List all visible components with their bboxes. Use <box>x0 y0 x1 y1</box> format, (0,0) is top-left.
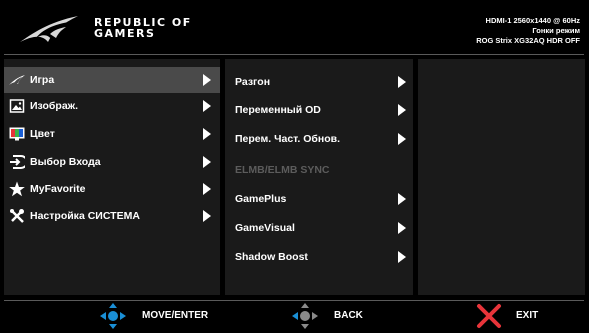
color-icon <box>9 127 25 141</box>
submenu-item-variable-od[interactable]: Переменный OD <box>225 97 413 123</box>
dpad-move-icon <box>100 303 126 329</box>
submenu-item-gamevisual[interactable]: GameVisual <box>225 215 413 241</box>
submenu-item-label: GamePlus <box>235 193 287 205</box>
model-info: ROG Strix XG32AQ HDR OFF <box>476 36 580 45</box>
input-icon <box>10 155 25 169</box>
monitor-osd: REPUBLIC OF GAMERS HDMI-1 2560x1440 @ 60… <box>0 0 589 333</box>
status-info: HDMI-1 2560x1440 @ 60Hz Гонки режим ROG … <box>476 16 580 46</box>
menu-item-label: MyFavorite <box>30 183 86 195</box>
move-enter-button[interactable]: MOVE/ENTER <box>98 301 228 331</box>
menu-item-label: Настройка СИСТЕМА <box>30 210 140 222</box>
brand-line-2: GAMERS <box>94 27 156 40</box>
menu-item-label: Изображ. <box>30 100 79 112</box>
menu-item-input-select[interactable]: Выбор Входа <box>4 149 220 175</box>
rog-logo-icon <box>20 16 78 42</box>
star-icon <box>9 181 25 197</box>
submenu-item-overclocking[interactable]: Разгон <box>225 69 413 95</box>
chevron-right-icon <box>203 210 211 222</box>
exit-label: EXIT <box>516 310 539 321</box>
back-button[interactable]: BACK <box>290 301 380 331</box>
chevron-right-icon <box>398 104 406 116</box>
osd-header: REPUBLIC OF GAMERS HDMI-1 2560x1440 @ 60… <box>4 4 584 55</box>
value-panel <box>418 59 585 295</box>
rog-eye-icon <box>9 75 25 85</box>
move-enter-label: MOVE/ENTER <box>142 310 209 321</box>
submenu-item-label: GameVisual <box>235 222 295 234</box>
exit-button[interactable]: EXIT <box>476 301 556 331</box>
menu-item-label: Игра <box>30 74 55 86</box>
menu-item-game[interactable]: Игра <box>4 67 220 93</box>
submenu-item-label: Shadow Boost <box>235 251 308 263</box>
submenu-item-adaptive-sync[interactable]: Перем. Част. Обнов. <box>225 126 413 152</box>
brand-name: REPUBLIC OF GAMERS <box>94 17 192 39</box>
menu-item-system-setup[interactable]: Настройка СИСТЕМА <box>4 203 220 229</box>
chevron-right-icon <box>203 156 211 168</box>
menu-item-image[interactable]: Изображ. <box>4 93 220 119</box>
back-label: BACK <box>334 310 363 321</box>
chevron-right-icon <box>203 74 211 86</box>
sub-menu: Разгон Переменный OD Перем. Част. Обнов.… <box>225 59 413 295</box>
input-info: HDMI-1 2560x1440 @ 60Hz <box>485 16 580 25</box>
main-menu: Игра Изображ. Цвет Выбор Входа MyFavorit… <box>4 59 220 295</box>
chevron-right-icon <box>203 128 211 140</box>
chevron-right-icon <box>398 222 406 234</box>
chevron-right-icon <box>398 251 406 263</box>
submenu-item-label: Разгон <box>235 76 271 88</box>
menu-item-label: Выбор Входа <box>30 156 101 168</box>
mode-info: Гонки режим <box>532 26 580 35</box>
image-icon <box>9 99 25 113</box>
submenu-item-label: ELMB/ELMB SYNC <box>235 164 330 176</box>
submenu-item-gameplus[interactable]: GamePlus <box>225 186 413 212</box>
chevron-right-icon <box>203 183 211 195</box>
chevron-right-icon <box>398 76 406 88</box>
menu-item-color[interactable]: Цвет <box>4 121 220 147</box>
menu-item-myfavorite[interactable]: MyFavorite <box>4 176 220 202</box>
dpad-back-icon <box>292 303 318 329</box>
submenu-item-label: Переменный OD <box>235 104 321 116</box>
submenu-item-shadow-boost[interactable]: Shadow Boost <box>225 244 413 270</box>
osd-footer: MOVE/ENTER BACK EXIT <box>4 300 584 331</box>
chevron-right-icon <box>203 100 211 112</box>
chevron-right-icon <box>398 193 406 205</box>
close-icon <box>477 304 501 328</box>
wrench-icon <box>10 209 24 223</box>
submenu-item-elmb: ELMB/ELMB SYNC <box>225 157 413 183</box>
submenu-item-label: Перем. Част. Обнов. <box>235 133 340 145</box>
chevron-right-icon <box>398 133 406 145</box>
menu-item-label: Цвет <box>30 128 55 140</box>
